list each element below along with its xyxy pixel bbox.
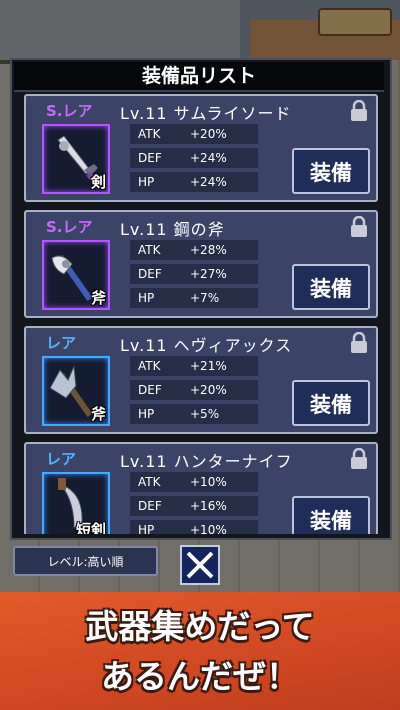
stat-row: HP +5% — [130, 404, 258, 424]
rarity-label: S.レア — [46, 102, 93, 120]
sword-icon: 剣 — [42, 124, 110, 194]
equipment-card[interactable]: S.レア Lv.11 鋼の斧 斧 ATK +28% DEF +27% HP +7% 装… — [24, 210, 378, 318]
stat-row: DEF +16% — [130, 496, 258, 516]
close-icon — [186, 551, 214, 579]
rarity-label: S.レア — [46, 218, 93, 236]
banner-line-1: 武器集めだって — [85, 607, 315, 646]
rarity-label: レア — [46, 334, 77, 352]
stat-row: HP +10% — [130, 520, 258, 534]
rarity-label: レア — [46, 450, 77, 468]
promo-banner: 武器集めだって あるんだぜ！ — [0, 592, 400, 710]
stat-row: DEF +27% — [130, 264, 258, 284]
lock-icon[interactable] — [350, 332, 368, 354]
equipment-card[interactable]: レア Lv.11 ヘヴィアックス 斧 ATK +21% DEF +20% HP +5%… — [24, 326, 378, 434]
equipment-card[interactable]: S.レア Lv.11 サムライソード 剣 ATK +20% DEF +24% HP +… — [24, 94, 378, 202]
equip-button[interactable]: 装備 — [292, 148, 370, 194]
stat-row: DEF +20% — [130, 380, 258, 400]
stat-row: HP +24% — [130, 172, 258, 192]
stat-row: DEF +24% — [130, 148, 258, 168]
weapon-kind-label: 剣 — [90, 173, 106, 191]
equipment-list[interactable]: S.レア Lv.11 サムライソード 剣 ATK +20% DEF +24% HP +… — [24, 94, 378, 534]
equip-button[interactable]: 装備 — [292, 496, 370, 534]
equipment-card[interactable]: レア Lv.11 ハンターナイフ 短剣 ATK +10% DEF +16% HP +1… — [24, 442, 378, 534]
heavy-axe-icon: 斧 — [42, 356, 110, 426]
equip-button[interactable]: 装備 — [292, 264, 370, 310]
stat-row: ATK +21% — [130, 356, 258, 376]
lock-icon[interactable] — [350, 100, 368, 122]
weapon-kind-label: 斧 — [90, 289, 106, 307]
item-level-name: Lv.11 ハンターナイフ — [120, 452, 293, 471]
sort-button[interactable]: レベル:高い順 — [13, 546, 158, 576]
stat-row: ATK +10% — [130, 472, 258, 492]
equip-button[interactable]: 装備 — [292, 380, 370, 426]
item-level-name: Lv.11 サムライソード — [120, 104, 292, 123]
banner-line-2: あるんだぜ！ — [101, 657, 299, 696]
item-level-name: Lv.11 鋼の斧 — [120, 220, 225, 239]
stat-row: ATK +20% — [130, 124, 258, 144]
knife-icon: 短剣 — [42, 472, 110, 534]
weapon-kind-label: 短剣 — [75, 521, 106, 534]
weapon-kind-label: 斧 — [90, 405, 106, 423]
lock-icon[interactable] — [350, 216, 368, 238]
axe-icon: 斧 — [42, 240, 110, 310]
stat-row: ATK +28% — [130, 240, 258, 260]
stat-row: HP +7% — [130, 288, 258, 308]
panel-title: 装備品リスト — [14, 62, 384, 92]
close-button[interactable] — [180, 545, 220, 585]
lock-icon[interactable] — [350, 448, 368, 470]
item-level-name: Lv.11 ヘヴィアックス — [120, 336, 293, 355]
